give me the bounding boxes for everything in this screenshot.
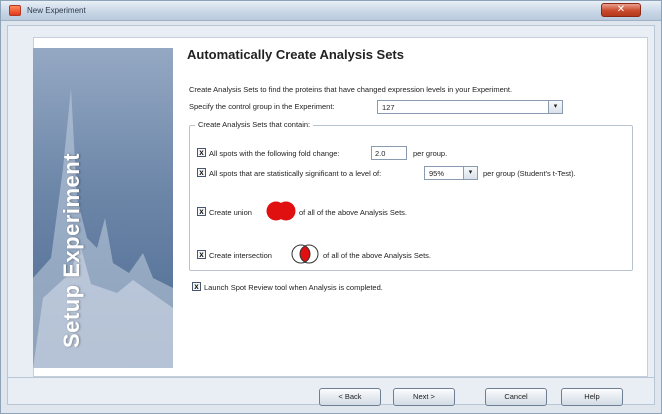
control-group-select[interactable]: 127 ▾ [377,100,563,114]
back-button[interactable]: < Back [319,388,381,406]
union-label: Create union [209,208,252,217]
significance-checkbox[interactable]: x [197,168,206,177]
banner-spot-graphic [33,88,173,368]
fold-change-label: All spots with the following fold change… [209,149,340,158]
union-venn-icon [266,201,296,221]
control-group-label: Specify the control group in the Experim… [189,102,335,111]
page-title: Automatically Create Analysis Sets [187,47,404,62]
cancel-button[interactable]: Cancel [485,388,547,406]
footer-separator [7,377,655,378]
fold-change-value: 2.0 [375,149,386,158]
app-icon [9,5,21,16]
significance-suffix: per group (Student's t-Test). [483,169,576,178]
union-suffix: of all of the above Analysis Sets. [299,208,407,217]
intersection-label: Create intersection [209,251,272,260]
significance-level-select[interactable]: 95% ▾ [424,166,478,180]
significance-label: All spots that are statistically signifi… [209,169,382,178]
next-button[interactable]: Next > [393,388,455,406]
union-checkbox[interactable]: x [197,207,206,216]
launch-spot-review-label: Launch Spot Review tool when Analysis is… [204,283,383,292]
close-button[interactable]: ✕ [601,3,641,17]
window-title: New Experiment [27,6,86,15]
banner-title: Setup Experiment [59,152,84,348]
chevron-down-icon[interactable]: ▾ [548,101,562,113]
control-group-value: 127 [382,103,395,112]
significance-level-value: 95% [429,169,445,178]
chevron-down-icon[interactable]: ▾ [463,167,477,179]
help-button[interactable]: Help [561,388,623,406]
launch-spot-review-checkbox[interactable]: x [192,282,201,291]
intersection-suffix: of all of the above Analysis Sets. [323,251,431,260]
fold-change-checkbox[interactable]: x [197,148,206,157]
fold-change-input[interactable]: 2.0 [371,146,407,160]
title-bar[interactable]: New Experiment ✕ [1,1,661,21]
fold-change-suffix: per group. [413,149,448,158]
analysis-sets-group [189,125,633,271]
intersection-venn-icon [291,244,319,264]
page-description: Create Analysis Sets to find the protein… [189,85,513,94]
side-banner: Setup Experiment [33,48,173,368]
dialog-window: New Experiment ✕ Setup Experiment Automa… [0,0,662,414]
intersection-checkbox[interactable]: x [197,250,206,259]
analysis-sets-group-title: Create Analysis Sets that contain: [195,120,314,129]
